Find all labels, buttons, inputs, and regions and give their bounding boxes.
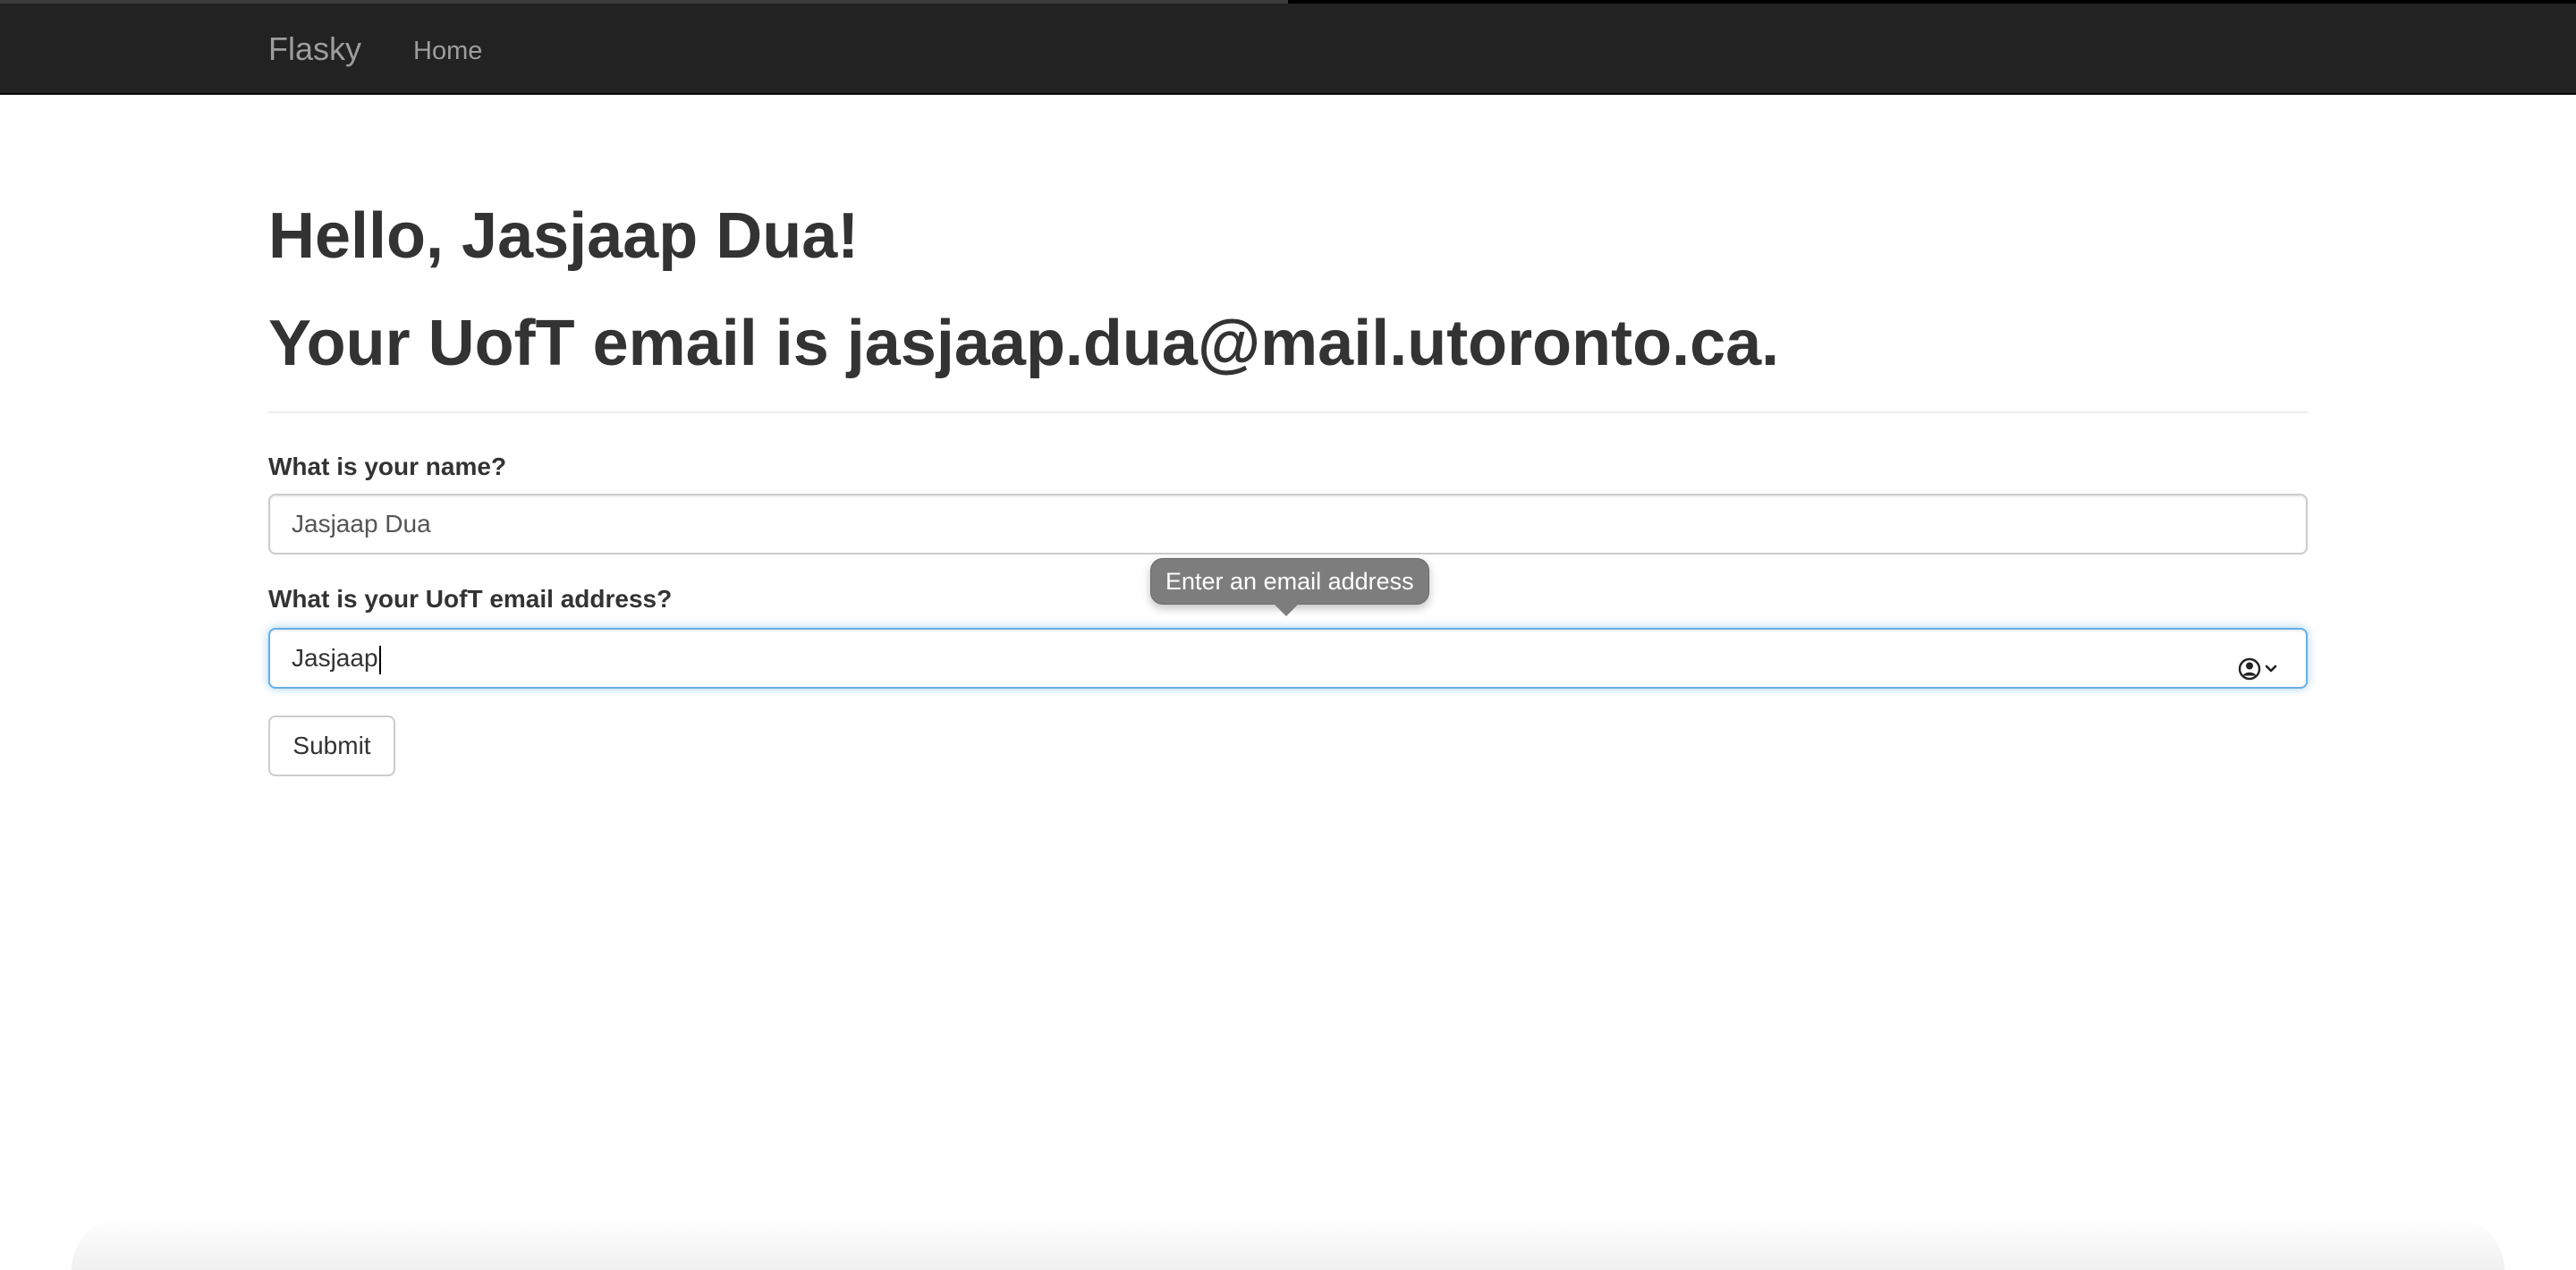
name-input-value: Jasjaap Dua — [292, 510, 431, 538]
top-navbar: Flasky Home — [0, 4, 2576, 95]
email-input[interactable]: Jasjaap — [268, 628, 2308, 689]
browser-viewport: Flasky Home Hello, Jasjaap Dua! Your Uof… — [0, 0, 2576, 1270]
header-divider — [268, 411, 2308, 413]
email-input-value: Jasjaap — [292, 644, 378, 672]
text-caret — [378, 645, 381, 674]
email-heading: Your UofT email is jasjaap.dua@mail.utor… — [268, 308, 1780, 379]
name-label: What is your name? — [268, 453, 507, 480]
window-bottom-shadow — [72, 1216, 2504, 1270]
navbar-brand[interactable]: Flasky — [268, 29, 361, 70]
submit-button[interactable]: Submit — [268, 715, 395, 776]
nav-link-home[interactable]: Home — [413, 34, 482, 68]
tooltip-arrow — [1274, 604, 1299, 616]
email-label: What is your UofT email address? — [268, 585, 673, 613]
email-validation-tooltip: Enter an email address — [1150, 558, 1429, 605]
name-input[interactable]: Jasjaap Dua — [268, 494, 2308, 555]
autofill-contact-icon[interactable] — [2238, 646, 2283, 681]
greeting-heading: Hello, Jasjaap Dua! — [268, 200, 860, 272]
